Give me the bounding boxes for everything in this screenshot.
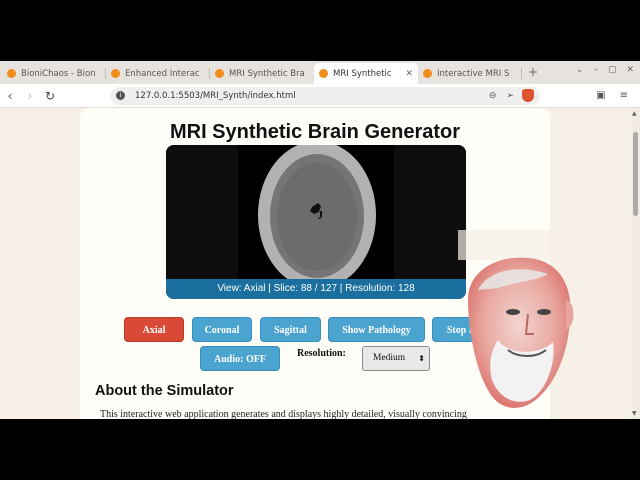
tab-label: Enhanced Interac (125, 68, 200, 79)
tab-mri-synthetic-bra[interactable]: MRI Synthetic Bra (210, 63, 314, 84)
zoom-icon[interactable]: ⊖ (489, 91, 497, 101)
reader-icon[interactable]: ▣ (596, 90, 605, 101)
favicon-icon (7, 69, 16, 78)
tab-label: BioniChaos - Bion (21, 68, 96, 79)
address-bar[interactable]: i 127.0.0.1:5503/MRI_Synth/index.html ⊖ … (110, 86, 540, 105)
url-text[interactable]: 127.0.0.1:5503/MRI_Synth/index.html (135, 91, 479, 101)
tab-enhanced[interactable]: Enhanced Interac (106, 63, 210, 84)
maximize-icon[interactable]: ▢ (608, 65, 617, 75)
tab-label: MRI Synthetic Bra (229, 68, 305, 79)
new-tab-button[interactable]: + (522, 63, 544, 84)
tab-bar: BioniChaos - Bion Enhanced Interac MRI S… (0, 61, 640, 84)
favicon-icon (215, 69, 224, 78)
about-heading: About the Simulator (95, 383, 234, 399)
screen: BioniChaos - Bion Enhanced Interac MRI S… (0, 0, 640, 480)
tab-label: MRI Synthetic (333, 68, 392, 79)
coronal-button[interactable]: Coronal (192, 317, 252, 342)
toolbar-right: ▣ ≡ (596, 90, 640, 101)
sagittal-button[interactable]: Sagittal (260, 317, 321, 342)
favicon-icon (423, 69, 432, 78)
menu-icon[interactable]: ≡ (620, 90, 628, 101)
favicon-icon (111, 69, 120, 78)
tab-list-icon[interactable]: ⌄ (576, 65, 584, 75)
scroll-down-icon[interactable]: ▼ (632, 410, 637, 417)
scrollbar-thumb[interactable] (633, 132, 638, 216)
resolution-select[interactable]: Medium ⬍ (362, 346, 430, 371)
show-pathology-button[interactable]: Show Pathology (328, 317, 425, 342)
mri-viewer-canvas[interactable]: View: Axial | Slice: 88 / 127 | Resoluti… (166, 145, 466, 299)
resolution-label: Resolution: (297, 348, 346, 359)
tab-interactive-mri[interactable]: Interactive MRI S (418, 63, 522, 84)
tab-label: Interactive MRI S (437, 68, 510, 79)
presenter-face-image (458, 230, 588, 408)
scroll-up-icon[interactable]: ▲ (632, 110, 637, 117)
close-tab-icon[interactable]: ✕ (405, 69, 413, 79)
toolbar: ‹ › ↻ i 127.0.0.1:5503/MRI_Synth/index.h… (0, 84, 640, 108)
page-title: MRI Synthetic Brain Generator (169, 121, 461, 143)
back-icon[interactable]: ‹ (0, 89, 20, 103)
reload-icon[interactable]: ↻ (40, 89, 60, 103)
tab-bionichaos[interactable]: BioniChaos - Bion (2, 63, 106, 84)
chevron-down-icon: ⬍ (418, 354, 425, 363)
brave-shield-icon[interactable] (522, 89, 534, 102)
send-icon[interactable]: ➢ (506, 91, 514, 101)
webcam-overlay (458, 230, 588, 420)
minimize-icon[interactable]: – (593, 65, 598, 75)
brain-slice-image (166, 145, 466, 299)
axial-button[interactable]: Axial (124, 317, 184, 342)
window-controls: ⌄ – ▢ ✕ (576, 65, 640, 75)
favicon-icon (319, 69, 328, 78)
audio-toggle-button[interactable]: Audio: OFF (200, 346, 280, 371)
viewer-caption: View: Axial | Slice: 88 / 127 | Resoluti… (166, 279, 466, 299)
info-icon[interactable]: i (116, 91, 125, 100)
resolution-value: Medium (373, 353, 406, 363)
forward-icon[interactable]: › (20, 89, 40, 103)
close-window-icon[interactable]: ✕ (626, 65, 634, 75)
tab-mri-synthetic-active[interactable]: MRI Synthetic ✕ (314, 63, 418, 84)
page-scrollbar[interactable]: ▲ ▼ (631, 108, 640, 419)
